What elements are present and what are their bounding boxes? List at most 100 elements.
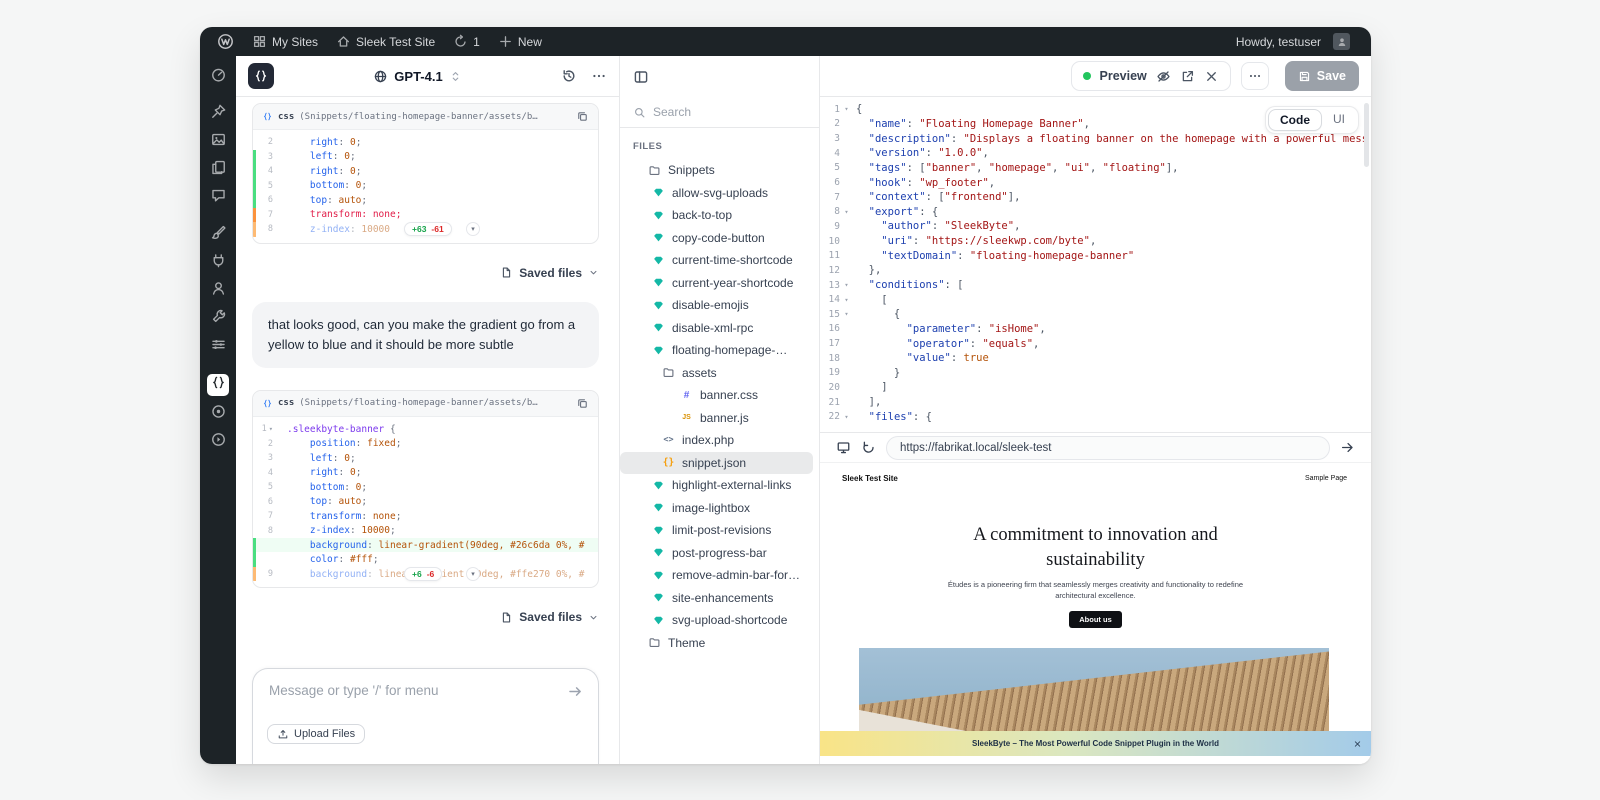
tree-item-assets[interactable]: assets — [620, 362, 813, 385]
wp-sidebar-item-posts[interactable] — [208, 104, 228, 124]
open-external-icon[interactable] — [1180, 69, 1195, 84]
tab-ui[interactable]: UI — [1322, 109, 1356, 131]
wp-sidebar-item-plugins[interactable] — [208, 253, 228, 273]
expand-diff-button[interactable]: ▾ — [466, 567, 480, 582]
reload-icon[interactable] — [861, 440, 876, 455]
editor-line[interactable]: 15 ▾ { — [820, 307, 1371, 322]
tree-item-disable-xml-rpc[interactable]: disable-xml-rpc — [620, 317, 813, 340]
editor-line[interactable]: 22 ▾ "files": { — [820, 409, 1371, 424]
save-button[interactable]: Save — [1284, 61, 1359, 91]
wp-logo-menu[interactable] — [208, 27, 243, 56]
diff-badge[interactable]: +63 -61 — [404, 222, 452, 237]
wp-sidebar-item-sleekbyte-snippets[interactable] — [207, 374, 229, 396]
editor-line[interactable]: 6 "hook": "wp_footer", — [820, 175, 1371, 190]
tree-item-current-year-shortcode[interactable]: current-year-shortcode — [620, 272, 813, 295]
wp-sidebar-item-settings[interactable] — [208, 337, 228, 357]
send-icon[interactable] — [567, 683, 584, 700]
copy-code-icon[interactable] — [576, 397, 589, 410]
url-input[interactable] — [886, 435, 1330, 460]
history-button[interactable] — [561, 68, 577, 84]
code-editor[interactable]: 1 ▾{2 "name": "Floating Homepage Banner",… — [820, 97, 1371, 433]
plus-icon — [498, 34, 513, 49]
upload-files-button[interactable]: Upload Files — [267, 724, 366, 744]
editor-line[interactable]: 5 "tags": ["banner", "homepage", "ui", "… — [820, 161, 1371, 176]
about-us-button[interactable]: About us — [1069, 610, 1122, 628]
editor-menu-button[interactable] — [1240, 62, 1269, 90]
tree-item-Snippets[interactable]: Snippets — [620, 159, 813, 182]
home-icon — [336, 34, 351, 49]
site-nav: Sleek Test Site Sample Page — [842, 474, 1347, 483]
wp-sidebar-item-media[interactable] — [208, 132, 228, 152]
tree-item-allow-svg-uploads[interactable]: allow-svg-uploads — [620, 182, 813, 205]
search-input[interactable] — [653, 105, 783, 119]
wp-sidebar-item-collapse-menu[interactable] — [208, 432, 228, 452]
tree-item-back-to-top[interactable]: back-to-top — [620, 204, 813, 227]
tree-item-site-enhancements[interactable]: site-enhancements — [620, 587, 813, 610]
editor-line[interactable]: 16 "parameter": "isHome", — [820, 322, 1371, 337]
tree-item-bannercss[interactable]: # banner.css — [620, 384, 813, 407]
wp-sidebar-item-dashboard[interactable] — [208, 67, 228, 87]
tree-item-indexphp[interactable]: <> index.php — [620, 429, 813, 452]
close-preview-icon[interactable] — [1204, 69, 1219, 84]
account-menu[interactable]: Howdy, testuser — [1227, 27, 1359, 56]
editor-line[interactable]: 12 }, — [820, 263, 1371, 278]
tree-item-snippetjson[interactable]: {} snippet.json — [620, 451, 813, 474]
editor-line[interactable]: 19 } — [820, 366, 1371, 381]
editor-line[interactable]: 11 "textDomain": "floating-homepage-bann… — [820, 248, 1371, 263]
editor-line[interactable]: 20 ] — [820, 380, 1371, 395]
wp-sidebar-item-appearance[interactable] — [208, 225, 228, 245]
editor-line[interactable]: 10 "uri": "https://sleekwp.com/byte", — [820, 234, 1371, 249]
wp-sidebar-item-users[interactable] — [208, 281, 228, 301]
editor-line[interactable]: 13 ▾ "conditions": [ — [820, 278, 1371, 293]
site-nav-link[interactable]: Sample Page — [1305, 475, 1347, 482]
editor-line[interactable]: 21 ], — [820, 395, 1371, 410]
hide-preview-icon[interactable] — [1156, 69, 1171, 84]
wp-sidebar-item-comments[interactable] — [208, 188, 228, 208]
tree-item-floating-homepage-[interactable]: floating-homepage-… — [620, 339, 813, 362]
editor-line[interactable]: 7 "context": ["frontend"], — [820, 190, 1371, 205]
new-content-menu[interactable]: New — [489, 27, 551, 56]
tree-item-post-progress-bar[interactable]: post-progress-bar — [620, 542, 813, 565]
tab-code[interactable]: Code — [1268, 109, 1322, 131]
editor-line[interactable]: 9 "author": "SleekByte", — [820, 219, 1371, 234]
code-line: 7 transform: none; — [253, 207, 598, 222]
site-title[interactable]: Sleek Test Site — [842, 474, 898, 483]
model-selector[interactable]: GPT-4.1 — [373, 69, 461, 84]
wordpress-icon — [217, 33, 234, 50]
copy-code-icon[interactable] — [576, 110, 589, 123]
editor-line[interactable]: 8 ▾ "export": { — [820, 204, 1371, 219]
saved-files-toggle[interactable]: Saved files — [252, 610, 599, 624]
diff-badge[interactable]: +6 -6 — [404, 567, 443, 582]
my-sites-menu[interactable]: My Sites — [243, 27, 327, 56]
tree-item-bannerjs[interactable]: JS banner.js — [620, 407, 813, 430]
tree-item-remove-admin-bar-for[interactable]: remove-admin-bar-for… — [620, 564, 813, 587]
wp-sidebar-item-pages[interactable] — [208, 160, 228, 180]
device-icon[interactable] — [836, 440, 851, 455]
tree-item-copy-code-button[interactable]: copy-code-button — [620, 227, 813, 250]
toggle-sidebar-icon[interactable] — [633, 69, 649, 85]
tree-item-svg-upload-shortcode[interactable]: svg-upload-shortcode — [620, 609, 813, 632]
expand-diff-button[interactable]: ▾ — [466, 222, 480, 237]
go-arrow-icon[interactable] — [1340, 440, 1355, 455]
saved-files-toggle[interactable]: Saved files — [252, 266, 599, 280]
tree-item-image-lightbox[interactable]: image-lightbox — [620, 497, 813, 520]
tree-item-label: index.php — [682, 433, 735, 448]
site-menu[interactable]: Sleek Test Site — [327, 27, 444, 56]
chat-menu-button[interactable] — [591, 68, 607, 84]
tree-item-highlight-external-links[interactable]: highlight-external-links — [620, 474, 813, 497]
wp-sidebar-item-target[interactable] — [208, 404, 228, 424]
editor-line[interactable]: 18 "value": true — [820, 351, 1371, 366]
wp-sidebar-item-tools[interactable] — [208, 309, 228, 329]
editor-scrollbar[interactable] — [1364, 103, 1369, 167]
editor-toolbar: Preview Save — [820, 56, 1371, 97]
tree-item-Theme[interactable]: Theme — [620, 632, 813, 655]
tree-item-limit-post-revisions[interactable]: limit-post-revisions — [620, 519, 813, 542]
banner-close-icon[interactable] — [1353, 739, 1362, 748]
editor-line[interactable]: 17 "operator": "equals", — [820, 336, 1371, 351]
tree-item-disable-emojis[interactable]: disable-emojis — [620, 294, 813, 317]
editor-line[interactable]: 4 "version": "1.0.0", — [820, 146, 1371, 161]
editor-line[interactable]: 14 ▾ [ — [820, 292, 1371, 307]
tree-item-current-time-shortcode[interactable]: current-time-shortcode — [620, 249, 813, 272]
updates-menu[interactable]: 1 — [444, 27, 489, 56]
message-input[interactable] — [269, 683, 554, 698]
